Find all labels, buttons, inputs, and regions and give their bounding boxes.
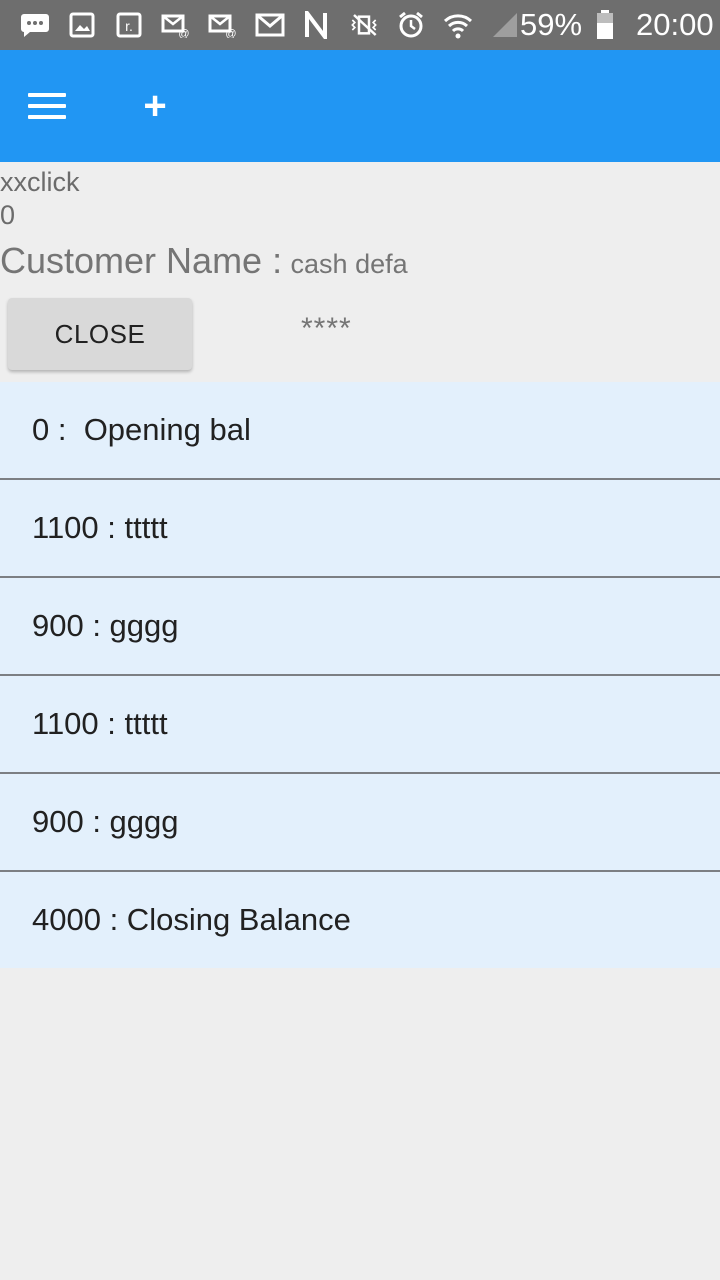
list-item[interactable]: 4000 : Closing Balance xyxy=(0,872,720,968)
menu-line xyxy=(28,93,66,97)
gmail-icon xyxy=(255,10,285,40)
signal-icon xyxy=(490,10,520,40)
customer-name-value: cash defa xyxy=(290,249,408,279)
battery-icon xyxy=(590,10,620,40)
email-icon: @ xyxy=(208,10,238,40)
masked-text: **** xyxy=(301,312,352,345)
nfc-icon xyxy=(302,10,332,40)
app-bar: + xyxy=(0,50,720,162)
news-icon: r. xyxy=(114,10,144,40)
list-item[interactable]: 1100 : ttttt xyxy=(0,676,720,774)
notification-icons: r. @ @ xyxy=(20,10,520,40)
status-bar: r. @ @ 59% 20:00 xyxy=(0,0,720,50)
email-icon: @ xyxy=(161,10,191,40)
plus-icon[interactable]: + xyxy=(138,86,172,126)
wifi-icon xyxy=(443,10,473,40)
menu-line xyxy=(28,104,66,108)
close-button[interactable]: CLOSE xyxy=(8,298,192,370)
clock: 20:00 xyxy=(636,7,714,42)
chat-icon xyxy=(20,10,50,40)
vibrate-mute-icon xyxy=(349,10,379,40)
ledger-list: 0 : Opening bal 1100 : ttttt 900 : gggg … xyxy=(0,382,720,968)
battery-percent: 59% xyxy=(520,7,583,42)
svg-text:r.: r. xyxy=(125,18,133,34)
status-right: 59% 20:00 xyxy=(520,7,714,43)
count-value: 0 xyxy=(0,200,16,230)
list-item[interactable]: 0 : Opening bal xyxy=(0,382,720,480)
svg-text:@: @ xyxy=(225,28,236,38)
hamburger-menu-icon[interactable] xyxy=(28,90,68,122)
list-item[interactable]: 900 : gggg xyxy=(0,774,720,872)
image-icon xyxy=(67,10,97,40)
svg-text:@: @ xyxy=(178,28,189,38)
list-item[interactable]: 1100 : ttttt xyxy=(0,480,720,578)
click-label: xxclick xyxy=(0,167,80,197)
customer-name-label: Customer Name : xyxy=(0,240,283,281)
list-item[interactable]: 900 : gggg xyxy=(0,578,720,676)
menu-line xyxy=(28,115,66,119)
alarm-icon xyxy=(396,10,426,40)
customer-row: Customer Name : cash defa xyxy=(0,240,408,282)
